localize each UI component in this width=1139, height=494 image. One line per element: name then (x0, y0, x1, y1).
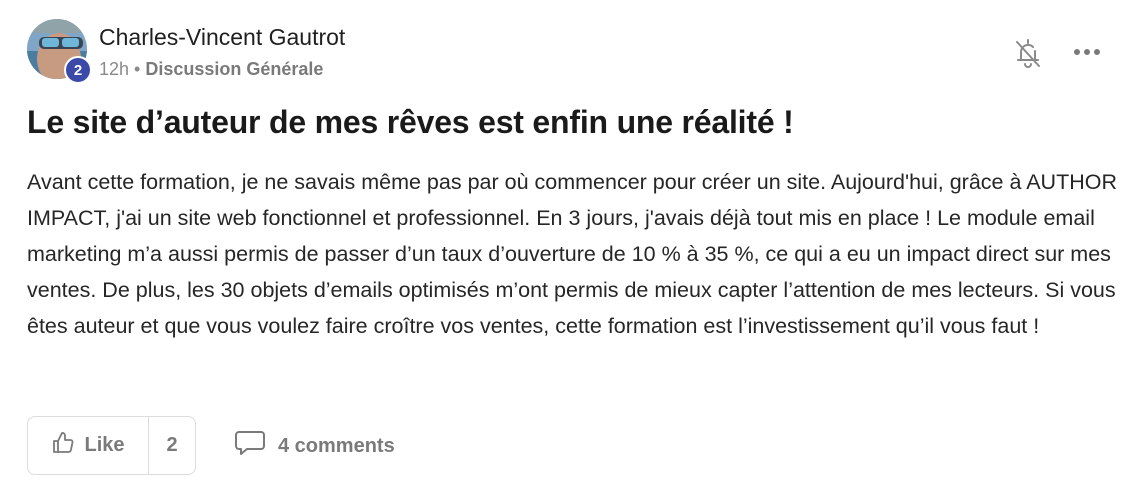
comment-icon (234, 429, 266, 463)
post-title: Le site d’auteur de mes rêves est enfin … (27, 104, 794, 140)
post-time: 12h (99, 59, 130, 79)
more-horizontal-icon[interactable] (1072, 44, 1102, 60)
thumbs-up-icon (51, 431, 75, 461)
like-label: Like (84, 434, 125, 456)
level-badge: 2 (64, 56, 92, 84)
post-meta: 12h • Discussion Générale (99, 59, 323, 80)
post-card: 2 Charles-Vincent Gautrot 12h • Discussion… (0, 0, 1139, 494)
comments-button[interactable]: 4 comments (234, 430, 395, 462)
like-count[interactable]: 2 (149, 417, 195, 474)
like-button[interactable]: Like (28, 417, 149, 474)
bell-off-icon[interactable] (1013, 36, 1043, 70)
post-category[interactable]: Discussion Générale (145, 59, 323, 79)
comments-label: 4 comments (278, 434, 395, 457)
author-name[interactable]: Charles-Vincent Gautrot (99, 24, 345, 51)
meta-separator: • (134, 59, 141, 79)
like-group: Like 2 (27, 416, 196, 475)
post-body: Avant cette formation, je ne savais même… (27, 170, 1117, 338)
